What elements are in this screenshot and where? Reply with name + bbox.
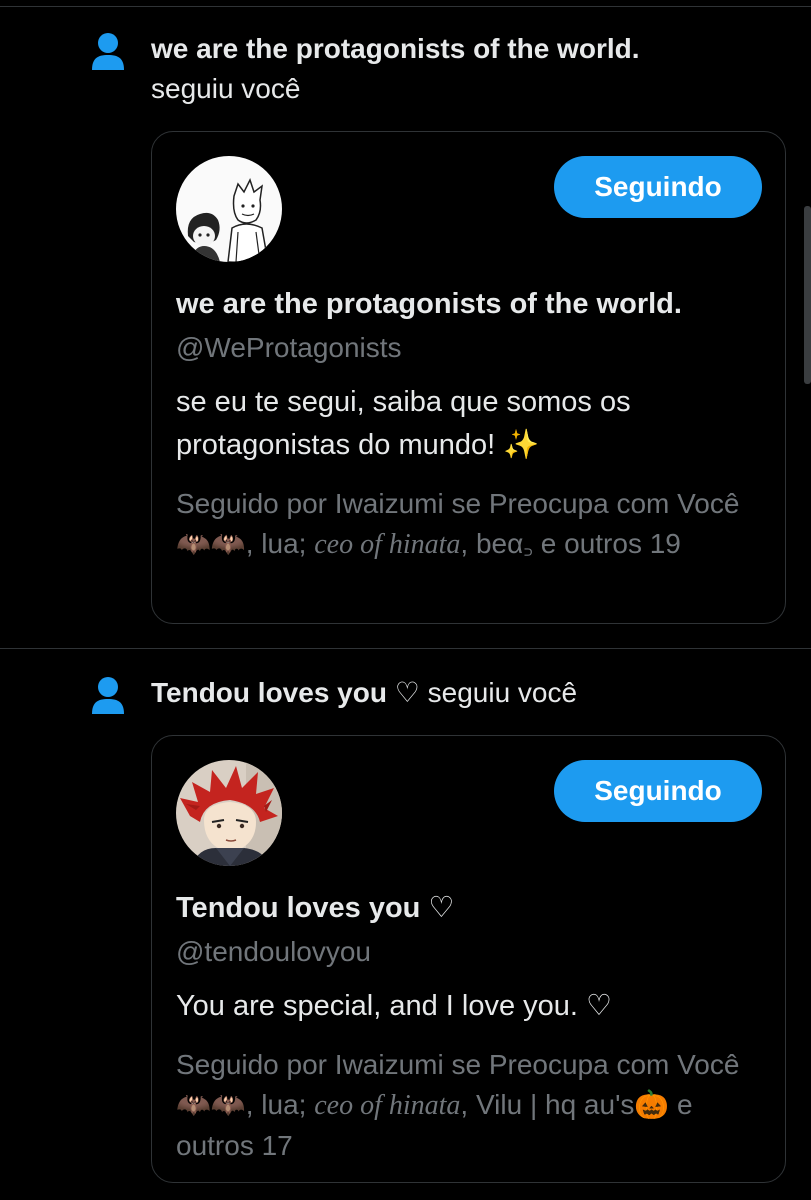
- avatar[interactable]: [176, 156, 282, 262]
- profile-card[interactable]: Seguindo we are the protagonists of the …: [151, 131, 786, 624]
- following-button[interactable]: Seguindo: [554, 156, 762, 218]
- followed-by-text: Seguido por Iwaizumi se Preocupa com Voc…: [176, 1045, 765, 1166]
- profile-handle[interactable]: @WeProtagonists: [176, 328, 402, 368]
- profile-bio: You are special, and I love you. ♡: [176, 985, 761, 1028]
- follower-name[interactable]: we are the protagonists of the world.: [151, 33, 640, 64]
- scrollbar[interactable]: [804, 206, 811, 384]
- avatar[interactable]: [176, 760, 282, 866]
- followed-by-text: Seguido por Iwaizumi se Preocupa com Voc…: [176, 484, 765, 565]
- followed-by-suffix: , beα꜆ e outros 19: [460, 528, 681, 559]
- profile-display-name[interactable]: we are the protagonists of the world.: [176, 284, 682, 324]
- sparkles-icon: ✨: [503, 429, 540, 461]
- notification-action: seguiu você: [151, 73, 301, 104]
- bio-text: se eu te segui, saiba que somos os prota…: [176, 386, 631, 461]
- follow-notification[interactable]: we are the protagonists of the world. se…: [0, 0, 811, 649]
- bio-text: You are special, and I love you. ♡: [176, 990, 613, 1022]
- followed-by-italic: ceo of hinata: [314, 529, 461, 560]
- profile-card[interactable]: Seguindo Tendou loves you ♡ @tendoulovyo…: [151, 735, 786, 1183]
- following-button[interactable]: Seguindo: [554, 760, 762, 822]
- notification-headline: we are the protagonists of the world. se…: [151, 29, 781, 109]
- person-icon: [92, 677, 124, 714]
- profile-bio: se eu te segui, saiba que somos os prota…: [176, 381, 761, 467]
- notification-headline: Tendou loves you ♡ seguiu você: [151, 673, 781, 713]
- person-icon: [92, 33, 124, 70]
- profile-handle[interactable]: @tendoulovyou: [176, 932, 371, 972]
- notification-action: seguiu você: [427, 677, 578, 708]
- followed-by-italic: ceo of hinata: [314, 1090, 461, 1121]
- avatar-image: [176, 156, 282, 262]
- profile-display-name[interactable]: Tendou loves you ♡: [176, 888, 454, 928]
- follower-name[interactable]: Tendou loves you ♡: [151, 677, 420, 708]
- avatar-image: [176, 760, 282, 866]
- follow-notification[interactable]: Tendou loves you ♡ seguiu você Seguindo …: [0, 649, 811, 1200]
